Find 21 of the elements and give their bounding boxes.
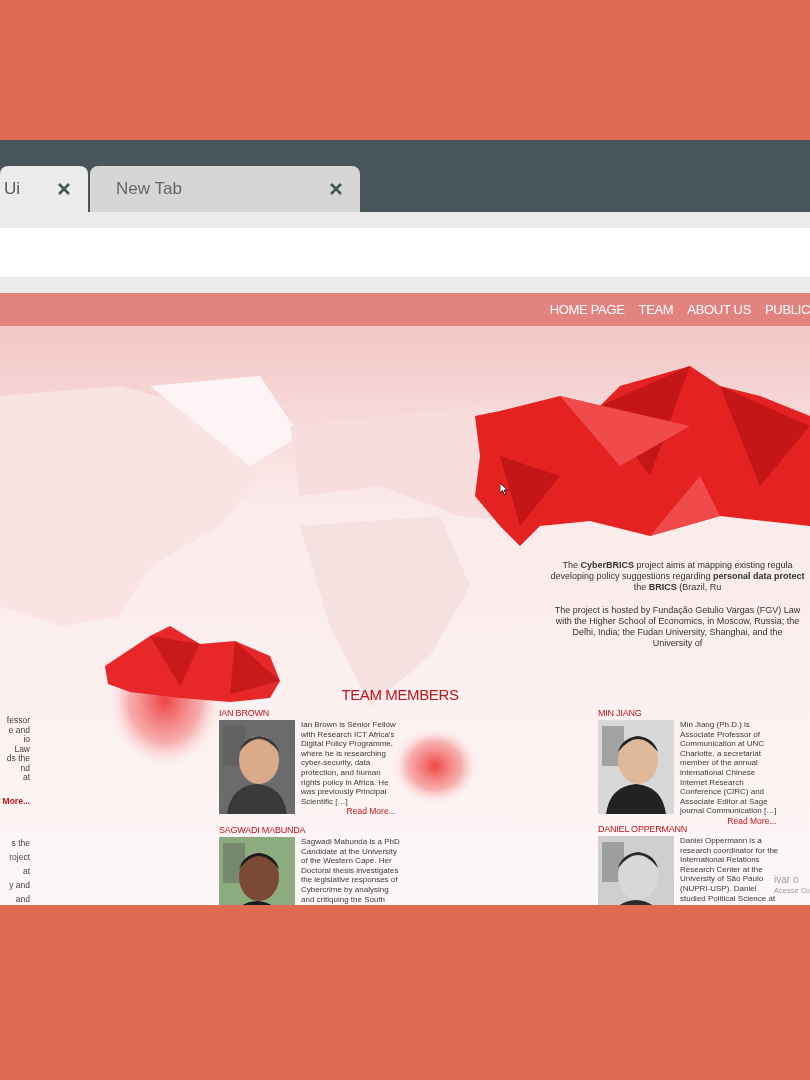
browser-tab[interactable]: New Tab [90, 166, 360, 212]
member-bio: Ian Brown is Senior Fellow with Research ICT Africa's Digital Policy Programme, where he is researching cyber-security, data protection, and human rights policy in Africa. He was previously Principal Scientific […] [301, 720, 396, 807]
read-more-link[interactable]: More... [2, 796, 30, 806]
member-bio: Min Jiang (Ph.D.) is Associate Professor of Communication at UNC Charlotte, a secretariat member of the annual international Chinese Internet Research Conference (CIRC) and Associate Editor at Sage journal Communication […] [680, 720, 777, 816]
close-icon[interactable] [58, 183, 70, 195]
member-name[interactable]: DANIEL OPPERMANN [598, 824, 794, 834]
intro-paragraph: The CyberBRICS project aims at mapping existing regula developing policy suggestions regarding personal data protect the BRICS (Brazil, Ru [549, 560, 806, 593]
bio-text: s the roject at y and and [9, 837, 30, 905]
member-name[interactable]: IAN BROWN [219, 708, 409, 718]
member-bio: Sagwadi Mabunda is a PhD Candidate at the University of the Western Cape. Her Doctoral thesis investigates the legislative responses of Cybercrime by analysing and critiquing the South [301, 837, 400, 905]
bio-text: fessor e and io Law ds the nd at [6, 716, 30, 783]
intro-paragraph: The project is hosted by Fundação Getulio Vargas (FGV) Law with the Higher School of Economics, in Moscow, Russia; the Delhi, India; the Fudan University, Shanghai, and the University of [553, 605, 802, 649]
read-more-link[interactable]: Read More... [346, 806, 396, 817]
member-name[interactable]: SAGWADI MABUNDA [219, 825, 409, 835]
read-more-link[interactable]: Read More... [727, 815, 777, 826]
section-title: TEAM MEMBERS [340, 685, 460, 705]
activation-text: ivar o [774, 874, 800, 886]
close-icon[interactable] [330, 183, 342, 195]
member-name[interactable]: MIN JIANG [598, 708, 794, 718]
cursor-icon [500, 483, 508, 495]
browser-tab[interactable]: Ui [0, 166, 88, 212]
